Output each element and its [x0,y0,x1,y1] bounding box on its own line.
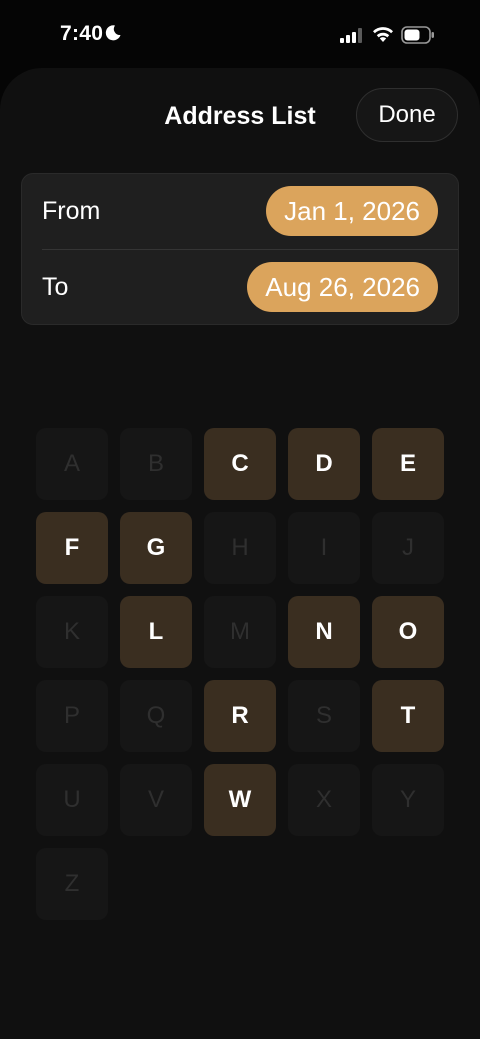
letter-tile-o[interactable]: O [372,596,444,668]
letter-tile-q: Q [120,680,192,752]
letter-tile-n[interactable]: N [288,596,360,668]
letter-tile-s: S [288,680,360,752]
letter-tile-a: A [36,428,108,500]
letter-tile-k: K [36,596,108,668]
letter-tile-j: J [372,512,444,584]
letter-tile-w[interactable]: W [204,764,276,836]
letter-tile-l[interactable]: L [120,596,192,668]
letter-tile-f[interactable]: F [36,512,108,584]
letter-tile-m: M [204,596,276,668]
letter-tile-g[interactable]: G [120,512,192,584]
letter-tile-x: X [288,764,360,836]
letter-tile-z: Z [36,848,108,920]
letter-tile-i: I [288,512,360,584]
letter-tile-c[interactable]: C [204,428,276,500]
letter-tile-h: H [204,512,276,584]
letter-tile-p: P [36,680,108,752]
letter-tile-r[interactable]: R [204,680,276,752]
letter-tile-v: V [120,764,192,836]
letter-tile-t[interactable]: T [372,680,444,752]
letter-tile-b: B [120,428,192,500]
letter-index-grid: ABCDE FGHIJ KLMNO PQRST UVWXY Z [0,0,480,1039]
letter-tile-d[interactable]: D [288,428,360,500]
letter-tile-e[interactable]: E [372,428,444,500]
letter-tile-y: Y [372,764,444,836]
letter-tile-u: U [36,764,108,836]
